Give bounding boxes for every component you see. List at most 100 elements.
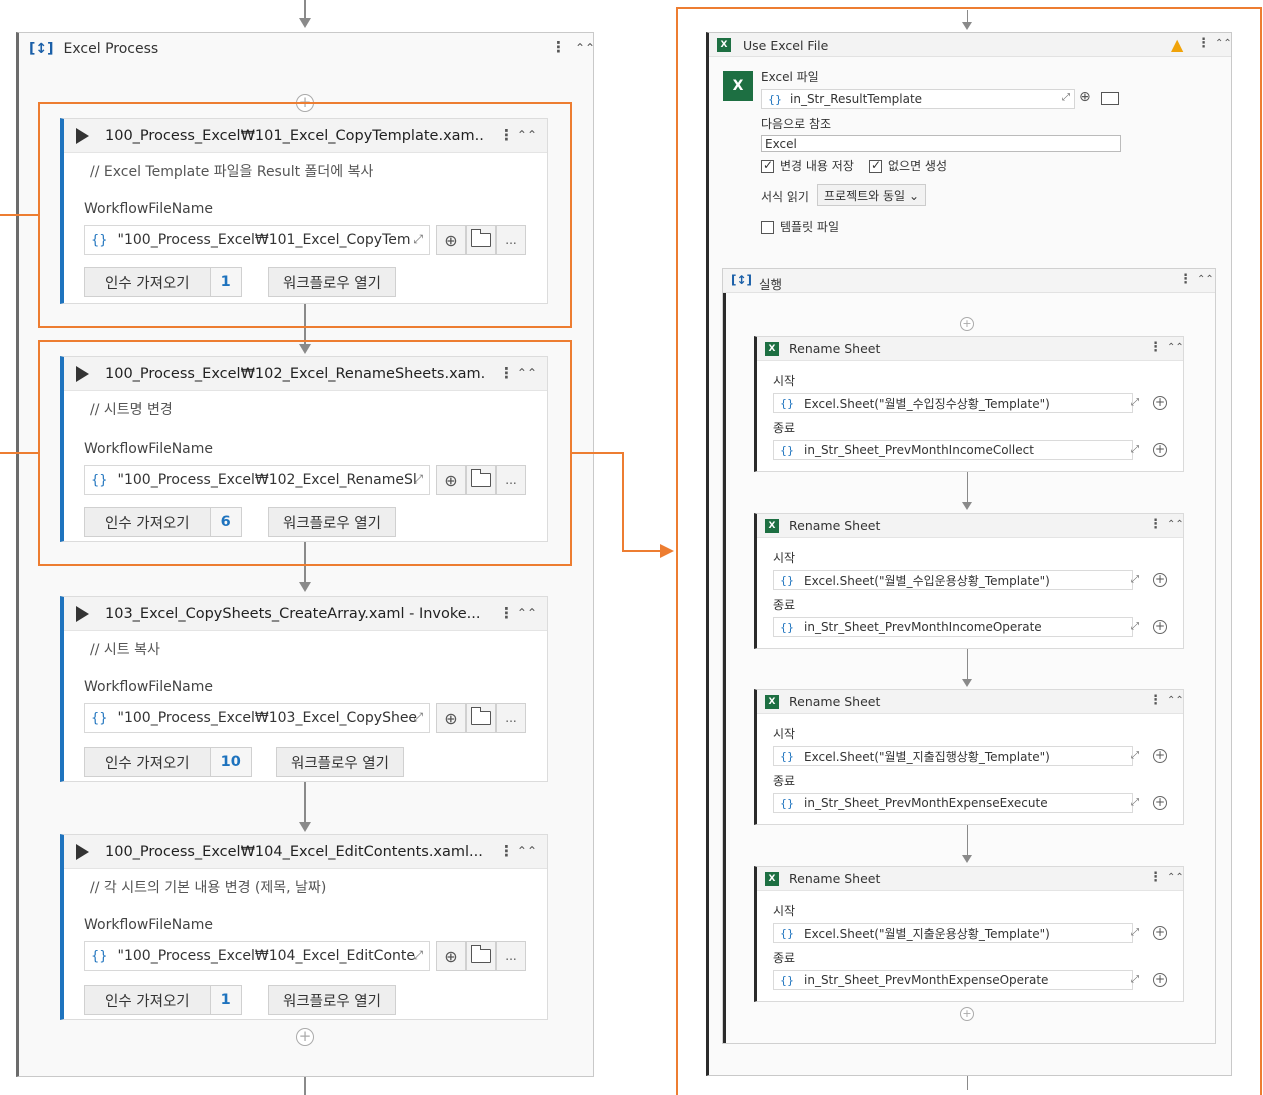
more-options-icon[interactable]: ⋮ <box>1179 272 1192 287</box>
collapse-icon[interactable]: ⌃⌃ <box>1167 519 1184 530</box>
start-sheet-input[interactable]: {} Excel.Sheet("월별_지출운용상황_Template") <box>773 923 1133 943</box>
arrow-down-icon <box>962 855 972 863</box>
add-plus-icon[interactable]: ⊕ <box>1079 89 1091 105</box>
collapse-icon[interactable]: ⌃⌃ <box>517 606 537 620</box>
invoke-workflow-copysheets[interactable]: 103_Excel_CopySheets_CreateArray.xaml - … <box>60 596 548 782</box>
more-options-icon[interactable]: ⋮ <box>499 604 514 622</box>
collapse-icon[interactable]: ⌃⌃ <box>575 41 595 55</box>
add-plus-icon[interactable]: ⊕ <box>436 703 466 733</box>
expand-editor-icon[interactable]: ⤢ <box>1131 927 1139 938</box>
browse-folder-button[interactable] <box>466 941 496 971</box>
start-sheet-input[interactable]: {} Excel.Sheet("월별_지출집행상황_Template") <box>773 746 1133 766</box>
expand-editor-icon[interactable]: ⤢ <box>1131 621 1139 632</box>
excel-icon: X <box>765 871 779 886</box>
run-icon[interactable] <box>76 843 89 860</box>
workflow-file-value: "100_Process_Excel₩103_Excel_CopyShee <box>117 710 418 726</box>
more-options-icon[interactable]: ⋮ <box>1149 870 1162 885</box>
callout-line <box>622 452 624 552</box>
expand-editor-icon[interactable]: ⤢ <box>413 710 423 725</box>
arrow-down-icon <box>299 18 311 28</box>
more-button[interactable]: ... <box>496 703 526 733</box>
add-activity-icon[interactable]: + <box>960 317 974 331</box>
invoke-workflow-editcontents[interactable]: 100_Process_Excel₩104_Excel_EditContents… <box>60 834 548 1020</box>
activity-header[interactable]: X Rename Sheet <box>757 337 1183 361</box>
add-plus-icon[interactable]: + <box>1153 573 1167 587</box>
excel-file-input[interactable]: {} in_Str_ResultTemplate ⤢ <box>761 89 1075 109</box>
excel-file-value: in_Str_ResultTemplate <box>790 92 923 106</box>
rename-sheet-activity[interactable]: X Rename Sheet ⋮ ⌃⌃ 시작 {} Excel.Sheet("월… <box>754 689 1184 825</box>
sequence-header[interactable]: [↕] Excel Process <box>19 33 593 65</box>
checkbox-checked-icon[interactable] <box>869 158 882 173</box>
folder-icon[interactable] <box>1101 92 1119 105</box>
expand-editor-icon[interactable]: ⤢ <box>1131 974 1139 985</box>
expand-editor-icon[interactable]: ⤢ <box>1131 397 1139 408</box>
rename-sheet-activity[interactable]: X Rename Sheet ⋮ ⌃⌃ 시작 {} Excel.Sheet("월… <box>754 866 1184 1002</box>
activity-header[interactable]: 100_Process_Excel₩104_Excel_EditContents… <box>64 835 547 869</box>
sequence-rail <box>723 293 726 1043</box>
add-plus-icon[interactable]: + <box>1153 973 1167 987</box>
activity-header[interactable]: 103_Excel_CopySheets_CreateArray.xaml - … <box>64 597 547 631</box>
expand-editor-icon[interactable]: ⤢ <box>1131 574 1139 585</box>
collapse-icon[interactable]: ⌃⌃ <box>1167 695 1184 706</box>
add-plus-icon[interactable]: + <box>1153 796 1167 810</box>
save-changes-checkbox[interactable]: 변경 내용 저장 <box>761 157 854 174</box>
checkbox-unchecked-icon[interactable] <box>761 221 774 234</box>
add-plus-icon[interactable]: + <box>1153 443 1167 457</box>
create-if-missing-checkbox[interactable]: 없으면 생성 <box>869 157 947 174</box>
new-sheet-name-input[interactable]: {} in_Str_Sheet_PrevMonthExpenseExecute <box>773 793 1133 813</box>
rename-sheet-activity[interactable]: X Rename Sheet ⋮ ⌃⌃ 시작 {} Excel.Sheet("월… <box>754 336 1184 472</box>
import-arguments-label: 인수 가져오기 <box>105 993 190 1010</box>
add-activity-icon[interactable]: + <box>296 1028 314 1046</box>
do-sequence-header[interactable] <box>723 269 1215 293</box>
new-sheet-name-input[interactable]: {} in_Str_Sheet_PrevMonthExpenseOperate <box>773 970 1133 990</box>
warning-icon[interactable]: ▲ <box>1171 35 1183 54</box>
more-options-icon[interactable]: ⋮ <box>1149 693 1162 708</box>
expand-editor-icon[interactable]: ⤢ <box>1131 797 1139 808</box>
reference-input[interactable]: Excel <box>761 135 1121 152</box>
import-arguments-button[interactable]: 인수 가져오기 1 <box>84 985 242 1015</box>
expand-editor-icon[interactable]: ⤢ <box>1131 750 1139 761</box>
add-plus-icon[interactable]: + <box>1153 749 1167 763</box>
more-options-icon[interactable]: ⋮ <box>1197 36 1210 51</box>
expand-editor-icon[interactable]: ⤢ <box>1131 444 1139 455</box>
template-file-checkbox[interactable]: 템플릿 파일 <box>761 218 839 235</box>
more-button[interactable]: ... <box>496 941 526 971</box>
collapse-icon[interactable]: ⌃⌃ <box>1167 872 1184 883</box>
expand-editor-icon[interactable]: ⤢ <box>1062 92 1070 103</box>
new-sheet-name-input[interactable]: {} in_Str_Sheet_PrevMonthIncomeCollect <box>773 440 1133 460</box>
collapse-icon[interactable]: ⌃⌃ <box>1167 342 1184 353</box>
more-options-icon[interactable]: ⋮ <box>1149 517 1162 532</box>
collapse-icon[interactable]: ⌃⌃ <box>1197 274 1214 285</box>
read-format-dropdown[interactable]: 프로젝트와 동일 ⌄ <box>817 184 926 206</box>
open-workflow-button[interactable]: 워크플로우 열기 <box>268 985 396 1015</box>
add-plus-icon[interactable]: + <box>1153 926 1167 940</box>
open-workflow-button[interactable]: 워크플로우 열기 <box>276 747 404 777</box>
rename-sheet-activity[interactable]: X Rename Sheet ⋮ ⌃⌃ 시작 {} Excel.Sheet("월… <box>754 513 1184 649</box>
browse-folder-button[interactable] <box>466 703 496 733</box>
activity-header[interactable]: X Rename Sheet <box>757 690 1183 714</box>
start-sheet-input[interactable]: {} Excel.Sheet("월별_수입운용상황_Template") <box>773 570 1133 590</box>
activity-header[interactable]: X Rename Sheet <box>757 867 1183 891</box>
add-plus-icon[interactable]: + <box>1153 396 1167 410</box>
checkbox-checked-icon[interactable] <box>761 158 774 173</box>
new-sheet-name-value: in_Str_Sheet_PrevMonthExpenseOperate <box>804 973 1049 987</box>
workflow-file-field[interactable]: {} "100_Process_Excel₩103_Excel_CopyShee… <box>84 703 430 733</box>
more-options-icon[interactable]: ⋮ <box>499 842 514 860</box>
run-icon[interactable] <box>76 605 89 622</box>
add-activity-icon[interactable]: + <box>960 1007 974 1021</box>
more-options-icon[interactable]: ⋮ <box>1149 340 1162 355</box>
new-sheet-name-input[interactable]: {} in_Str_Sheet_PrevMonthIncomeOperate <box>773 617 1133 637</box>
start-sheet-input[interactable]: {} Excel.Sheet("월별_수입징수상황_Template") <box>773 393 1133 413</box>
add-plus-icon[interactable]: ⊕ <box>436 941 466 971</box>
expand-editor-icon[interactable]: ⤢ <box>413 948 423 963</box>
workflow-file-field[interactable]: {} "100_Process_Excel₩104_Excel_EditCont… <box>84 941 430 971</box>
callout-line <box>622 550 662 552</box>
collapse-icon[interactable]: ⌃⌃ <box>1215 38 1232 49</box>
import-arguments-button[interactable]: 인수 가져오기 10 <box>84 747 252 777</box>
activity-title: Rename Sheet <box>789 518 881 533</box>
collapse-icon[interactable]: ⌃⌃ <box>517 844 537 858</box>
excel-icon: X <box>765 341 779 356</box>
activity-header[interactable]: X Rename Sheet <box>757 514 1183 538</box>
more-options-icon[interactable]: ⋮ <box>551 38 566 56</box>
add-plus-icon[interactable]: + <box>1153 620 1167 634</box>
